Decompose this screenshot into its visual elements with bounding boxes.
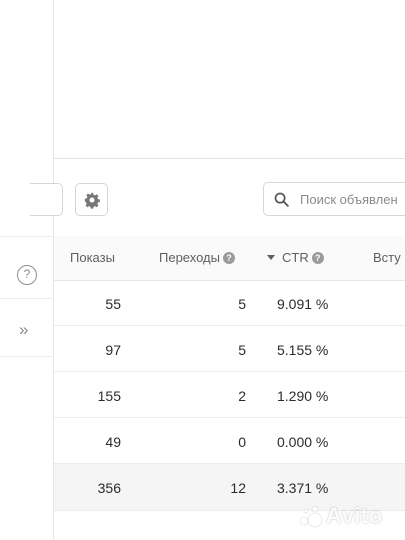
sidebar-divider bbox=[0, 298, 54, 299]
column-header-label: Переходы bbox=[159, 250, 220, 265]
column-header-label: Всту bbox=[373, 250, 401, 265]
cell-shows: 55 bbox=[105, 296, 121, 312]
settings-button[interactable] bbox=[75, 183, 108, 216]
sidebar-divider bbox=[0, 236, 54, 237]
cell-shows: 155 bbox=[97, 388, 121, 404]
cell-clicks: 5 bbox=[238, 342, 246, 358]
filter-input[interactable] bbox=[30, 183, 63, 216]
expand-sidebar-icon[interactable]: » bbox=[19, 320, 29, 340]
column-header-label: Показы bbox=[70, 250, 115, 265]
column-header-label: CTR bbox=[282, 250, 309, 265]
cell-shows: 97 bbox=[105, 342, 121, 358]
help-icon[interactable]: ? bbox=[17, 265, 37, 285]
column-header-clicks[interactable]: Переходы? bbox=[159, 250, 235, 265]
info-icon[interactable]: ? bbox=[311, 252, 324, 264]
cell-clicks: 5 bbox=[238, 296, 246, 312]
column-header-shows[interactable]: Показы bbox=[70, 250, 115, 265]
cell-clicks: 2 bbox=[238, 388, 246, 404]
cell-ctr: 5.155 % bbox=[277, 342, 329, 358]
cell-shows: 49 bbox=[105, 434, 121, 450]
column-header-contacts[interactable]: Всту bbox=[373, 250, 401, 265]
cell-ctr: 9.091 % bbox=[277, 296, 329, 312]
watermark: Avito bbox=[326, 503, 383, 528]
info-icon[interactable]: ? bbox=[222, 252, 235, 264]
search-placeholder: Поиск объявлен bbox=[300, 192, 398, 207]
cell-ctr: 0.000 % bbox=[277, 434, 329, 450]
search-field[interactable]: Поиск объявлен bbox=[263, 182, 405, 216]
sort-desc-icon bbox=[267, 255, 275, 260]
top-panel bbox=[54, 0, 405, 159]
cell-clicks: 0 bbox=[238, 434, 246, 450]
watermark-logo-icon bbox=[299, 505, 323, 528]
total-shows: 356 bbox=[97, 480, 121, 496]
gear-icon bbox=[84, 191, 100, 209]
total-clicks: 12 bbox=[230, 480, 246, 496]
search-icon bbox=[274, 192, 289, 207]
sidebar-divider bbox=[0, 356, 54, 357]
left-sidebar: ? » bbox=[0, 0, 54, 540]
column-header-ctr[interactable]: CTR? bbox=[267, 250, 324, 265]
total-ctr: 3.371 % bbox=[277, 480, 329, 496]
cell-ctr: 1.290 % bbox=[277, 388, 329, 404]
